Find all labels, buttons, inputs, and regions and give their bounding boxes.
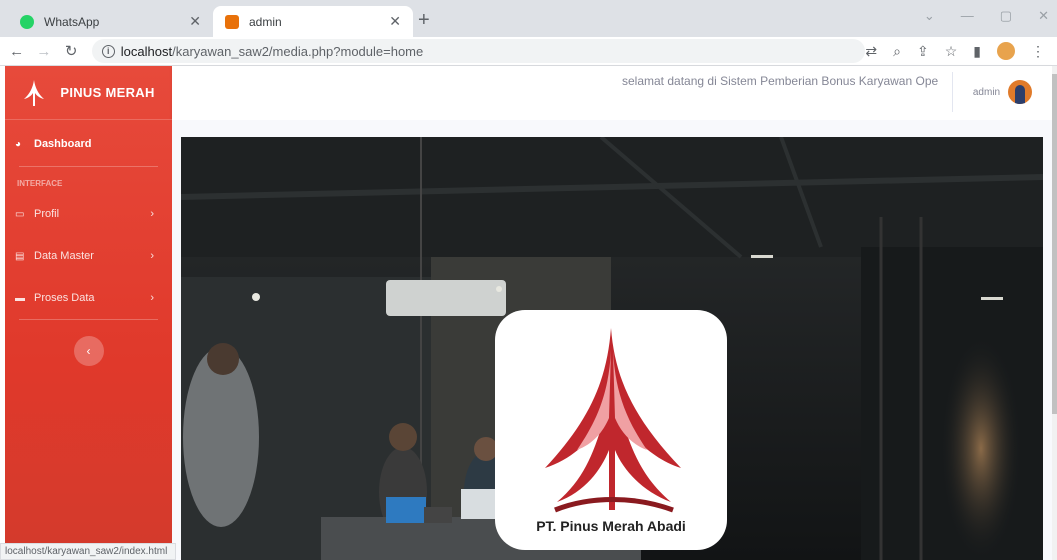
tachometer-icon: ◕ (15, 138, 22, 150)
chevron-right-icon: › (150, 208, 154, 220)
pine-logo-icon (24, 79, 45, 106)
close-window-icon[interactable]: ✕ (1038, 8, 1049, 24)
tab-label: admin (249, 14, 282, 29)
close-icon[interactable]: ✕ (389, 13, 401, 30)
scrollbar-thumb[interactable] (1052, 74, 1057, 414)
sidebar-item-data-master[interactable]: ▤ Data Master › (5, 235, 172, 277)
company-logo-card: PT. Pinus Merah Abadi (495, 310, 727, 550)
avatar (1008, 80, 1033, 104)
chevron-down-icon[interactable]: ⌄ (924, 8, 935, 24)
forward-icon[interactable]: → (33, 43, 54, 60)
company-name: PT. Pinus Merah Abadi (536, 518, 686, 534)
chevron-right-icon: › (150, 250, 154, 262)
browser-tab-strip: WhatsApp ✕ admin ✕ + ⌄ — ▢ ✕ (0, 0, 1057, 37)
admin-favicon-icon (225, 14, 239, 29)
pinus-merah-logo-icon (545, 328, 681, 513)
page-scrollbar[interactable] (1052, 66, 1057, 560)
zoom-icon[interactable]: ⌕ (893, 43, 901, 60)
sidebar-item-profil[interactable]: ▭ Profil › (5, 193, 172, 235)
translate-icon[interactable]: ⇄ (865, 43, 877, 60)
minimize-icon[interactable]: — (961, 8, 974, 24)
new-tab-icon[interactable]: + (418, 9, 430, 32)
address-bar[interactable]: i localhost/karyawan_saw2/media.php?modu… (91, 39, 866, 63)
main-content: PT. Pinus Merah Abadi (172, 120, 1052, 560)
chevron-right-icon: › (150, 292, 154, 304)
brand-name: PINUS MERAH (60, 85, 155, 100)
sidebar-brand[interactable]: PINUS MERAH (5, 66, 172, 120)
reload-icon[interactable]: ↻ (61, 42, 82, 60)
sidebar-item-proses-data[interactable]: ▬ Proses Data › (5, 277, 172, 319)
toolbar-icons: ⇄ ⌕ ⇪ ☆ ▮ ⋮ (865, 42, 1045, 60)
profile-avatar-icon[interactable] (997, 42, 1015, 60)
sidebar-item-label: Dashboard (34, 138, 92, 150)
tab-whatsapp[interactable]: WhatsApp ✕ (8, 6, 213, 37)
url-host: localhost (120, 43, 173, 59)
sidebar-toggle-button[interactable]: ‹ (73, 336, 104, 366)
tab-admin[interactable]: admin ✕ (213, 6, 413, 37)
more-menu-icon[interactable]: ⋮ (1031, 43, 1045, 60)
folder-icon: ▬ (15, 292, 25, 304)
restore-icon[interactable]: ▢ (1000, 8, 1012, 24)
office-background-image: PT. Pinus Merah Abadi (181, 137, 1043, 560)
database-icon: ▤ (15, 250, 25, 262)
sidebar-divider (19, 319, 158, 320)
topbar: selamat datang di Sistem Pemberian Bonus… (172, 66, 1052, 120)
welcome-marquee: selamat datang di Sistem Pemberian Bonus… (622, 74, 939, 88)
close-icon[interactable]: ✕ (189, 13, 201, 30)
browser-toolbar: ← → ↻ i localhost/karyawan_saw2/media.ph… (0, 37, 1057, 66)
sidebar-item-label: Proses Data (34, 292, 95, 304)
window-controls: ⌄ — ▢ ✕ (924, 8, 1049, 24)
user-dropdown[interactable]: admin (952, 72, 1052, 112)
share-icon[interactable]: ⇪ (917, 43, 929, 60)
sidebar: PINUS MERAH ◕ Dashboard INTERFACE ▭ Prof… (5, 66, 172, 560)
status-bar-url: localhost/karyawan_saw2/index.html (0, 543, 176, 560)
sidebar-item-label: Data Master (34, 250, 94, 262)
side-panel-icon[interactable]: ▮ (973, 43, 981, 60)
sidebar-item-label: Profil (34, 208, 60, 220)
id-card-icon: ▭ (15, 208, 25, 220)
info-icon[interactable]: i (101, 44, 115, 58)
sidebar-heading: INTERFACE (17, 179, 63, 188)
tab-label: WhatsApp (44, 14, 100, 29)
bookmark-star-icon[interactable]: ☆ (945, 43, 958, 60)
url-path: /karyawan_saw2/media.php?module=home (172, 43, 424, 59)
back-icon[interactable]: ← (6, 43, 27, 60)
sidebar-item-dashboard[interactable]: ◕ Dashboard (5, 122, 172, 166)
user-name: admin (972, 86, 1001, 98)
whatsapp-icon (20, 14, 34, 29)
